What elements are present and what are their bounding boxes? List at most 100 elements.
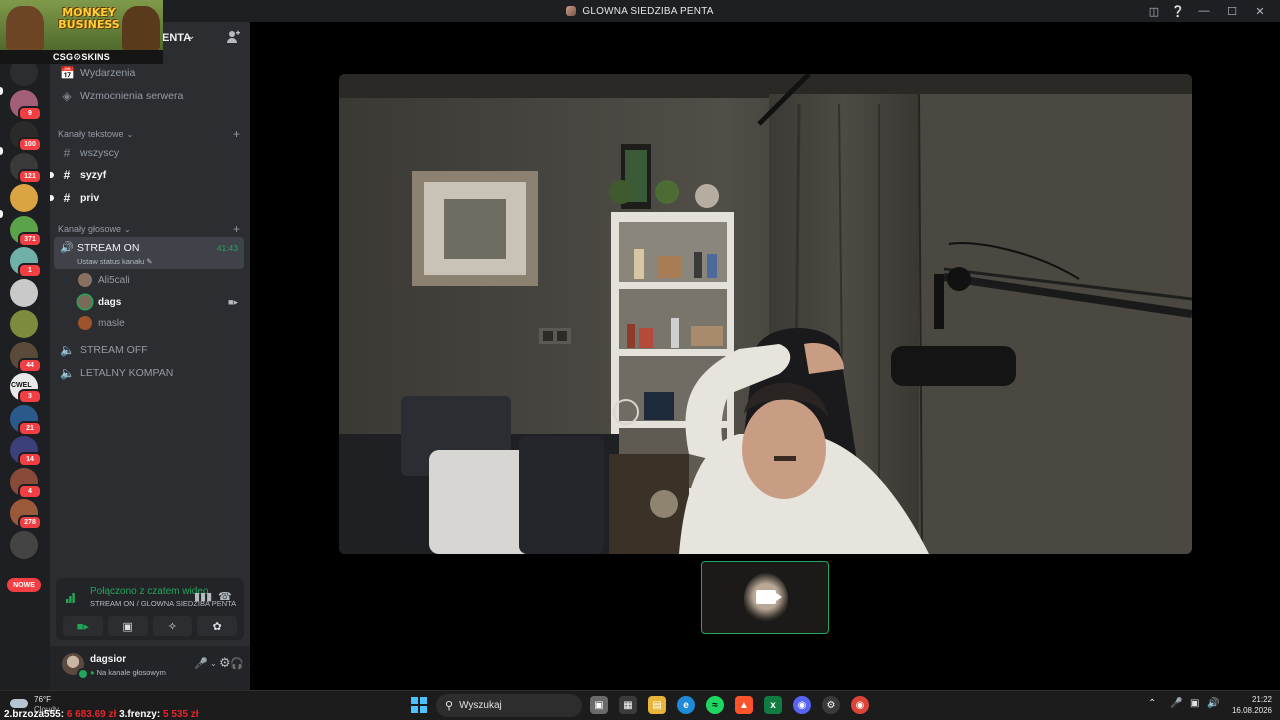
user-status-label: Na kanale głosowym: [96, 668, 166, 677]
boosts-label: Wzmocnienia serwera: [80, 90, 184, 102]
taskbar-search[interactable]: ⚲ Wyszukaj: [436, 694, 582, 717]
server-icon[interactable]: 100: [10, 121, 42, 152]
connection-signal-icon[interactable]: [66, 591, 78, 606]
server-icon[interactable]: 21: [10, 404, 42, 436]
sponsor-bar: CSG⚙SKINS: [0, 50, 163, 64]
unread-indicator: [0, 209, 3, 218]
activities-icon: ✧: [167, 620, 177, 633]
search-icon: ⚲: [445, 700, 454, 712]
help-icon[interactable]: ❔: [1166, 0, 1190, 22]
server-icon[interactable]: 371: [10, 215, 42, 247]
volume-icon[interactable]: 🔊: [1207, 698, 1219, 709]
task-view-icon[interactable]: ▣: [590, 696, 608, 714]
voice-channel-stream-off[interactable]: 🔈 STREAM OFF: [54, 339, 244, 361]
maximize-button[interactable]: ☐: [1218, 0, 1246, 22]
ticker-entry-name: 2.brzoza555:: [4, 709, 65, 720]
cloud-icon: [10, 699, 28, 708]
microphone-icon[interactable]: 🎤: [194, 657, 208, 670]
server-icon[interactable]: [10, 184, 38, 212]
screen-share-button[interactable]: ▣: [107, 616, 148, 636]
text-channels-category[interactable]: Kanały tekstowe ⌄ +: [58, 127, 244, 141]
file-explorer-icon[interactable]: ▤: [648, 696, 666, 714]
minimize-button[interactable]: —: [1190, 0, 1218, 22]
channel-priv[interactable]: # priv: [50, 187, 244, 209]
voice-channels-category[interactable]: Kanały głosowe ⌄ +: [58, 222, 244, 236]
call-timer: 41:43: [216, 243, 238, 253]
chevron-down-icon[interactable]: ⌄: [210, 659, 217, 668]
main-video-feed[interactable]: [339, 74, 1192, 554]
mention-badge: 21: [18, 420, 42, 436]
voice-member[interactable]: masle: [78, 313, 244, 333]
ticker-entry-amount: 5 535 zł: [162, 709, 199, 720]
spotify-icon[interactable]: ≈: [706, 696, 724, 714]
server-icon[interactable]: 3 CWEL: [10, 373, 42, 404]
server-icon[interactable]: 121: [10, 152, 42, 184]
edge-browser-icon[interactable]: e: [677, 696, 695, 714]
windows-start-icon[interactable]: [411, 697, 427, 713]
channel-label: priv: [80, 192, 100, 204]
set-channel-status[interactable]: Ustaw status kanału ✎: [77, 257, 153, 266]
voice-member[interactable]: dags ■▸: [78, 292, 244, 312]
online-status-icon: [77, 668, 89, 680]
server-icon[interactable]: [10, 278, 38, 307]
member-name: Ali5cali: [98, 274, 130, 286]
chevron-up-icon[interactable]: ⌃: [1148, 698, 1156, 709]
steam-icon[interactable]: ⚙: [822, 696, 840, 714]
noise-suppression-icon[interactable]: ▮▮▮: [194, 590, 212, 603]
soundboard-button[interactable]: ✿: [197, 616, 237, 636]
server-icon[interactable]: 9: [10, 89, 42, 121]
server-icon[interactable]: 44: [10, 341, 42, 373]
connection-location[interactable]: STREAM ON / GLOWNA SIEDZIBA PENTA: [90, 599, 236, 608]
disconnect-icon[interactable]: ☎: [218, 590, 232, 603]
server-icon[interactable]: [10, 530, 38, 559]
ticker-entry-name: 3.frenzy:: [119, 709, 161, 720]
mention-badge: 3: [18, 389, 42, 404]
invite-people-icon[interactable]: [226, 30, 242, 46]
add-channel-icon[interactable]: +: [233, 127, 240, 141]
self-video-tile[interactable]: [701, 561, 829, 634]
server-icon[interactable]: 4: [10, 467, 42, 499]
server-icon[interactable]: 278: [10, 499, 42, 530]
unread-indicator: [50, 172, 54, 178]
voice-member[interactable]: Ali5cali: [78, 270, 244, 290]
webcam-frame: [339, 74, 1192, 554]
channel-syzyf[interactable]: # syzyf: [50, 164, 244, 186]
avatar: [78, 295, 92, 309]
server-boosts-item[interactable]: ◈ Wzmocnienia serwera: [54, 85, 244, 107]
voice-connection-panel: Połączono z czatem wideo STREAM ON / GLO…: [56, 578, 244, 640]
camera-button[interactable]: ■▸: [63, 616, 103, 636]
mention-badge: 371: [18, 231, 42, 247]
hashtag-icon: #: [63, 146, 71, 160]
channel-label: wszyscy: [80, 147, 120, 159]
username[interactable]: dagsior: [90, 654, 126, 665]
stream-ad-overlay: MONKEY BUSINESS CSG⚙SKINS: [0, 0, 163, 64]
windows-taskbar: 76°F Cloudy 2.brzoza555: 6 683.69 zł 3.f…: [0, 690, 1280, 720]
events-item[interactable]: 📅 Wydarzenia: [54, 62, 244, 84]
soundboard-icon: ✿: [212, 620, 222, 633]
close-button[interactable]: ✕: [1246, 0, 1274, 22]
server-icon[interactable]: [10, 310, 38, 338]
brave-browser-icon[interactable]: ▲: [735, 696, 753, 714]
network-icon[interactable]: ▣: [1190, 698, 1199, 709]
inbox-icon[interactable]: ◫: [1142, 0, 1166, 22]
voice-channel-stream-on[interactable]: 🔊 STREAM ON 41:43 Ustaw status kanału ✎: [54, 237, 244, 269]
channel-wszyscy[interactable]: # wszyscy: [54, 142, 244, 164]
store-icon[interactable]: ▦: [619, 696, 637, 714]
video-stage: [250, 22, 1280, 690]
voice-channel-letalny-kompan[interactable]: 🔈 LETALNY KOMPAN: [54, 362, 244, 384]
events-label: Wydarzenia: [80, 67, 136, 79]
microphone-icon[interactable]: 🎤: [1170, 698, 1182, 709]
headphones-icon[interactable]: 🎧: [230, 657, 244, 670]
settings-gear-icon[interactable]: ⚙: [219, 655, 231, 671]
system-clock[interactable]: 21:22 16.08.2026: [1224, 694, 1272, 716]
discord-icon[interactable]: ◉: [793, 696, 811, 714]
server-icon[interactable]: 1: [10, 247, 42, 278]
add-channel-icon[interactable]: +: [233, 222, 240, 236]
activities-button[interactable]: ✧: [152, 616, 193, 636]
server-mini-icon: [566, 6, 577, 16]
new-servers-badge[interactable]: NOWE: [7, 578, 41, 592]
ticker-entry-amount: 6 683.69 zł: [66, 709, 117, 720]
chrome-icon[interactable]: ◉: [851, 696, 869, 714]
excel-icon[interactable]: x: [764, 696, 782, 714]
server-icon[interactable]: 14: [10, 436, 42, 467]
